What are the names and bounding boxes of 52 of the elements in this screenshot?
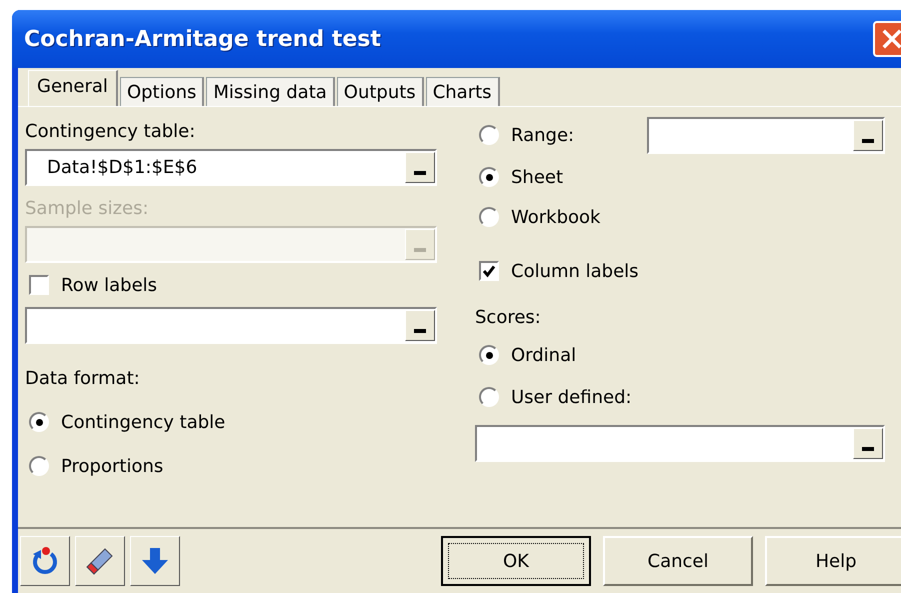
down-arrow-button[interactable] [130,536,180,586]
input-field[interactable] [475,425,885,462]
checkbox[interactable] [479,261,499,281]
checkbox[interactable] [29,275,49,295]
input-field[interactable] [25,307,437,344]
dash-icon [862,138,874,142]
radio-button[interactable] [29,456,49,476]
close-button[interactable] [873,21,901,57]
down-arrow-icon [140,546,170,576]
field-label: Data format: [25,367,141,391]
radio-label: Contingency table [61,412,226,432]
dash-icon [414,171,426,175]
field-label: Sample sizes: [25,197,150,221]
radio-button[interactable] [479,167,499,187]
radio-label: Range: [511,124,574,146]
dash-icon [414,329,426,333]
close-icon [881,28,901,50]
browse-button[interactable] [405,152,435,183]
tab[interactable]: Missing data [206,77,335,106]
reset-button[interactable] [20,536,70,586]
dialog-button[interactable]: Help [765,536,901,586]
dialog-button[interactable]: OK [441,536,591,586]
checkbox-label: Row labels [61,274,158,296]
radio-label: User defined: [511,386,632,408]
radio-label: Workbook [511,206,600,228]
radio-button[interactable] [29,412,49,432]
radio-button[interactable] [479,125,499,145]
browse-button[interactable] [405,310,435,341]
browse-button[interactable] [853,428,883,459]
window-title: Cochran-Armitage trend test [24,26,381,52]
dash-icon [862,447,874,451]
radio-label: Ordinal [511,344,576,366]
tab[interactable]: Charts [426,77,500,106]
input-field[interactable] [647,116,885,154]
input-field[interactable]: Data!$D$1:$E$6 [25,149,437,186]
radio-label: Sheet [511,166,564,188]
dialog-button[interactable]: Cancel [603,536,753,586]
field-label: Scores: [475,306,542,330]
tab[interactable]: General [28,70,118,107]
tab[interactable]: Options [120,77,204,106]
reset-icon [30,546,60,576]
dash-icon [414,248,426,252]
field-label: Contingency table: [25,120,196,144]
radio-button[interactable] [479,345,499,365]
eraser-icon [85,546,115,576]
browse-button[interactable] [853,120,883,150]
tab[interactable]: Outputs [336,77,424,106]
radio-button[interactable] [479,207,499,227]
radio-label: Proportions [61,456,164,476]
eraser-button[interactable] [75,536,125,586]
radio-button[interactable] [479,387,499,407]
checkbox-label: Column labels [511,260,639,282]
